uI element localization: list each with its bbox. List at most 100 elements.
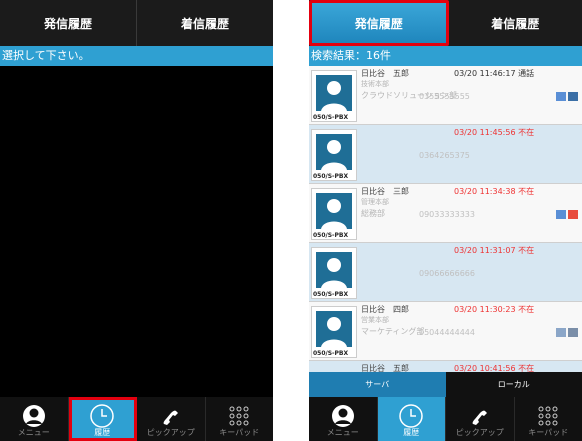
call-status: 不在: [518, 128, 535, 137]
contact-division: 管理本部: [361, 198, 389, 206]
call-status: 通話: [518, 69, 535, 78]
call-time: 03/20 11:45:56 不在: [454, 127, 534, 138]
call-time: 03/20 11:31:07 不在: [454, 245, 534, 256]
nav-pickup[interactable]: ピックアップ: [137, 397, 206, 441]
list-item[interactable]: 050/S-PBX 0364265375 03/20 11:45:56 不在: [309, 125, 582, 184]
contact-name: 日比谷 三郎: [361, 187, 409, 196]
avatar-tag: 050/S-PBX: [312, 114, 350, 121]
contact-division: 技術本部: [361, 80, 389, 88]
left-phone-screen: 発信履歴 着信履歴 選択して下さい。 メニュー 履歴 ピックアップ キーパッド: [0, 0, 273, 441]
call-status: 不在: [518, 305, 535, 314]
user-icon: [22, 403, 46, 429]
call-time: 03/20 11:34:38 不在: [454, 186, 534, 197]
nav-keypad[interactable]: キーパッド: [515, 397, 582, 441]
presence-indicators: [556, 92, 578, 101]
phone-number: 0355555555: [419, 92, 470, 101]
contact-department: マーケティング部: [361, 327, 425, 336]
status-icon: [568, 210, 578, 219]
call-timestamp: 03/20 11:46:17: [454, 69, 516, 78]
avatar-tag: 050/S-PBX: [312, 350, 350, 357]
nav-pickup-label: ピックアップ: [455, 428, 504, 437]
person-silhouette-icon: [316, 252, 352, 288]
list-item[interactable]: 050/S-PBX 日比谷 五郎 技術本部 クラウドソリューション部 03555…: [309, 66, 582, 125]
history-tabs: 発信履歴 着信履歴: [0, 0, 273, 46]
clock-icon: [398, 403, 424, 429]
presence-indicators: [556, 210, 578, 219]
phone-number: 05044444444: [419, 328, 475, 337]
tab-outgoing-history[interactable]: 発信履歴: [309, 0, 449, 46]
bottom-nav: メニュー 履歴 ピックアップ キーパッド: [0, 397, 273, 441]
pc-icon: [556, 92, 566, 101]
nav-pickup[interactable]: ピックアップ: [446, 397, 515, 441]
list-item[interactable]: 050/S-PBX 日比谷 三郎 管理本部 総務部 09033333333 03…: [309, 184, 582, 243]
call-timestamp: 03/20 11:30:23: [454, 305, 516, 314]
phone-number: 0364265375: [419, 151, 470, 160]
avatar: 050/S-PBX: [311, 306, 357, 358]
list-item[interactable]: 050/S-PBX 日比谷 四郎 営業本部 マーケティング部 050444444…: [309, 302, 582, 361]
call-timestamp: 03/20 11:31:07: [454, 246, 516, 255]
nav-history[interactable]: 履歴: [377, 397, 446, 441]
avatar: 050/S-PBX: [311, 247, 357, 299]
nav-history-label: 履歴: [94, 428, 111, 437]
call-time: 03/20 10:41:56 不在: [454, 363, 534, 372]
pc-icon: [556, 210, 566, 219]
call-history-list: 050/S-PBX 日比谷 五郎 技術本部 クラウドソリューション部 03555…: [309, 66, 582, 372]
nav-menu[interactable]: メニュー: [309, 397, 378, 441]
contact-name: 日比谷 五郎: [361, 69, 409, 78]
call-timestamp: 03/20 10:41:56: [454, 364, 516, 372]
nav-keypad-label: キーパッド: [219, 428, 260, 437]
call-status: 不在: [518, 364, 535, 372]
contact-division: 営業本部: [361, 316, 389, 324]
tab-incoming-history[interactable]: 着信履歴: [137, 0, 273, 46]
person-silhouette-icon: [316, 134, 352, 170]
list-item[interactable]: 050/S-PBX 09066666666 03/20 11:31:07 不在: [309, 243, 582, 302]
phone-number: 09033333333: [419, 210, 475, 219]
pc-icon: [556, 328, 566, 337]
keypad-icon: [227, 403, 251, 429]
nav-menu[interactable]: メニュー: [0, 397, 69, 441]
contact-department: 総務部: [361, 209, 385, 218]
avatar-tag: 050/S-PBX: [312, 232, 350, 239]
avatar: 050/S-PBX: [311, 188, 357, 240]
call-status: 不在: [518, 246, 535, 255]
person-silhouette-icon: [316, 193, 352, 229]
call-timestamp: 03/20 11:34:38: [454, 187, 516, 196]
search-result-count: 検索結果：16件: [309, 46, 582, 66]
status-icon: [568, 328, 578, 337]
user-icon: [331, 403, 355, 429]
clock-icon: [89, 403, 115, 429]
keypad-icon: [536, 403, 560, 429]
nav-keypad[interactable]: キーパッド: [206, 397, 274, 441]
avatar: 050/S-PBX: [311, 70, 357, 122]
call-time: 03/20 11:46:17 通話: [454, 68, 534, 79]
avatar-tag: 050/S-PBX: [312, 173, 350, 180]
select-prompt: 選択して下さい。: [0, 46, 273, 66]
person-silhouette-icon: [316, 75, 352, 111]
source-toggle: サーバ ローカル: [309, 372, 582, 397]
phone-number: 09066666666: [419, 269, 475, 278]
nav-history-label: 履歴: [403, 428, 420, 437]
nav-history[interactable]: 履歴: [68, 397, 137, 441]
phone-icon: [468, 403, 492, 429]
tab-outgoing-history[interactable]: 発信履歴: [0, 0, 137, 46]
nav-keypad-label: キーパッド: [528, 428, 569, 437]
history-tabs: 発信履歴 着信履歴: [309, 0, 582, 46]
phone-icon: [159, 403, 183, 429]
call-status: 不在: [518, 187, 535, 196]
right-phone-screen: 発信履歴 着信履歴 検索結果：16件 050/S-PBX 日比谷 五郎 技術本部…: [309, 0, 582, 441]
nav-menu-label: メニュー: [326, 428, 359, 437]
tab-incoming-history[interactable]: 着信履歴: [449, 0, 582, 46]
avatar-tag: 050/S-PBX: [312, 291, 350, 298]
status-icon: [568, 92, 578, 101]
nav-menu-label: メニュー: [17, 428, 50, 437]
call-time: 03/20 11:30:23 不在: [454, 304, 534, 315]
local-tab[interactable]: ローカル: [445, 372, 582, 397]
person-silhouette-icon: [316, 311, 352, 347]
list-item[interactable]: 日比谷 五郎 03/20 10:41:56 不在: [309, 361, 582, 372]
nav-pickup-label: ピックアップ: [146, 428, 195, 437]
server-tab[interactable]: サーバ: [309, 372, 446, 397]
bottom-nav: メニュー 履歴 ピックアップ キーパッド: [309, 397, 582, 441]
contact-name: 日比谷 五郎: [361, 364, 409, 372]
presence-indicators: [556, 328, 578, 337]
avatar: 050/S-PBX: [311, 129, 357, 181]
